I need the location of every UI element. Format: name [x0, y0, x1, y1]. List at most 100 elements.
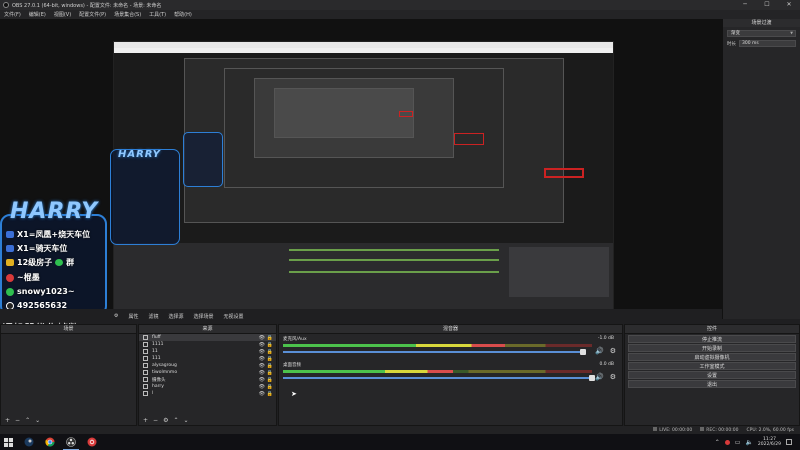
- volume-slider[interactable]: [283, 375, 595, 381]
- lock-icon[interactable]: 🔒: [267, 342, 273, 348]
- chrome-icon[interactable]: [42, 434, 58, 450]
- preview-canvas[interactable]: HARRY HARRY X1=凤凰+烧天车位 X1=骑天车位 12级房子 群 ~…: [0, 19, 722, 309]
- duration-row: 时长 300 ms: [727, 40, 796, 47]
- wechat-icon: [6, 287, 14, 296]
- source-item[interactable]: tiwolmnmo 👁 🔒: [139, 369, 276, 376]
- exit-button[interactable]: 退出: [628, 380, 796, 388]
- lock-icon[interactable]: 🔒: [267, 391, 273, 397]
- speaker-icon[interactable]: 🔈: [745, 439, 752, 446]
- eye-icon[interactable]: 👁: [259, 356, 265, 362]
- eye-icon[interactable]: 👁: [259, 391, 265, 397]
- source-item[interactable]: 摄像头 👁 🔒: [139, 376, 276, 383]
- source-select-button[interactable]: 选择源: [169, 313, 184, 320]
- lock-icon[interactable]: 🔒: [267, 363, 273, 369]
- track-db: 0.0 dB: [599, 362, 614, 367]
- close-icon[interactable]: ✕: [778, 0, 800, 10]
- menu-file[interactable]: 文件(F): [4, 11, 21, 18]
- studio-mode-button[interactable]: 工作室模式: [628, 362, 796, 370]
- lock-icon[interactable]: 🔒: [267, 384, 273, 390]
- notification-icon[interactable]: [786, 439, 792, 445]
- netease-music-icon[interactable]: [84, 434, 100, 450]
- sources-header: 来源: [139, 325, 276, 334]
- source-item[interactable]: l 👁 🔒: [139, 390, 276, 397]
- weibo-icon: [6, 273, 14, 282]
- duration-input[interactable]: 300 ms: [739, 40, 796, 47]
- move-up-icon[interactable]: ⌃: [173, 417, 178, 424]
- add-icon[interactable]: +: [143, 417, 148, 424]
- scene-select-button[interactable]: 选择场景: [194, 313, 214, 320]
- slider-knob[interactable]: [579, 349, 586, 355]
- start-virtual-camera-button[interactable]: 启动虚拟摄像机: [628, 353, 796, 361]
- audio-mixer-dock: 混音器 麦克风/Aux -1.0 dB 🔊 ⚙ 桌面音频 0.0 dB 🔊 ⚙ …: [278, 324, 623, 426]
- eye-icon[interactable]: 👁: [259, 384, 265, 390]
- filters-button[interactable]: 滤镜: [149, 313, 159, 320]
- gear-icon[interactable]: ⚙: [114, 313, 118, 319]
- gear-icon[interactable]: ⚙: [163, 417, 168, 424]
- volume-meter: [283, 370, 592, 373]
- eye-icon[interactable]: 👁: [259, 363, 265, 369]
- menu-edit[interactable]: 编辑(E): [29, 11, 46, 18]
- overlay-line-1: X1=凤凰+烧天车位: [6, 229, 90, 240]
- lock-icon[interactable]: 🔒: [267, 335, 273, 341]
- add-icon[interactable]: +: [5, 417, 10, 424]
- source-item[interactable]: 1111 👁 🔒: [139, 341, 276, 348]
- source-item[interactable]: harry 👁 🔒: [139, 383, 276, 390]
- mixer-track-mic: 麦克风/Aux -1.0 dB 🔊 ⚙: [279, 334, 622, 360]
- obs-taskbar-icon[interactable]: [63, 434, 79, 450]
- source-toolbar: ⚙ 属性 滤镜 选择源 选择场景 无视设置: [110, 311, 720, 321]
- eye-icon[interactable]: 👁: [259, 342, 265, 348]
- stop-streaming-button[interactable]: 停止推流: [628, 335, 796, 343]
- properties-button[interactable]: 属性: [128, 313, 138, 320]
- remove-icon[interactable]: −: [15, 417, 20, 424]
- eye-icon[interactable]: 👁: [259, 349, 265, 355]
- gear-icon[interactable]: ⚙: [610, 373, 616, 381]
- scenes-footer: + − ⌃ ⌄: [1, 416, 136, 425]
- controls-dock: 控件 停止推流 开始录制 启动虚拟摄像机 工作室模式 设置 退出: [624, 324, 800, 426]
- title-bar: OBS 27.0.1 (64-bit, windows) - 配置文件: 未命名…: [0, 0, 800, 10]
- transition-select[interactable]: 渐变: [727, 30, 796, 37]
- network-icon[interactable]: ▭: [735, 439, 741, 446]
- gear-icon[interactable]: ⚙: [610, 347, 616, 355]
- remove-icon[interactable]: −: [153, 417, 158, 424]
- menu-scene-collection[interactable]: 场景集合(S): [114, 11, 141, 18]
- captured-docks: [114, 243, 613, 309]
- speaker-icon[interactable]: 🔊: [595, 347, 604, 355]
- eye-icon[interactable]: 👁: [259, 370, 265, 376]
- steam-icon[interactable]: [21, 434, 37, 450]
- minimize-icon[interactable]: ─: [734, 0, 756, 10]
- red-annotation-box: [454, 133, 484, 145]
- chevron-up-icon[interactable]: ⌃: [715, 439, 720, 446]
- move-down-icon[interactable]: ⌄: [35, 417, 40, 424]
- eye-icon[interactable]: 👁: [259, 377, 265, 383]
- system-tray: ⌃ ▭ 🔈 11:27 2022/6/29: [715, 434, 792, 450]
- tray-app-icon[interactable]: [724, 439, 730, 445]
- source-item[interactable]: alysagroug 👁 🔒: [139, 362, 276, 369]
- clock-date: 2022/6/29: [757, 442, 781, 447]
- maximize-icon[interactable]: ☐: [756, 0, 778, 10]
- settings-button[interactable]: 设置: [628, 371, 796, 379]
- source-item[interactable]: 111 👁 🔒: [139, 355, 276, 362]
- volume-slider[interactable]: [283, 349, 586, 355]
- menu-help[interactable]: 帮助(H): [174, 11, 192, 18]
- speaker-icon[interactable]: 🔊: [595, 373, 604, 381]
- windows-start-icon[interactable]: [0, 434, 16, 450]
- start-recording-button[interactable]: 开始录制: [628, 344, 796, 352]
- clock[interactable]: 11:27 2022/6/29: [758, 437, 781, 447]
- slider-knob[interactable]: [589, 375, 595, 381]
- move-up-icon[interactable]: ⌃: [25, 417, 30, 424]
- mixer-track-desktop: 桌面音频 0.0 dB 🔊 ⚙: [279, 360, 622, 386]
- lock-icon[interactable]: 🔒: [267, 356, 273, 362]
- captured-meter: [289, 249, 499, 251]
- extra-toolbar-item[interactable]: 无视设置: [224, 313, 244, 320]
- menu-profile[interactable]: 配置文件(P): [79, 11, 106, 18]
- lock-icon[interactable]: 🔒: [267, 377, 273, 383]
- lock-icon[interactable]: 🔒: [267, 370, 273, 376]
- lock-icon[interactable]: 🔒: [267, 349, 273, 355]
- overlay-logo-nested: HARRY: [118, 149, 161, 160]
- move-down-icon[interactable]: ⌄: [183, 417, 188, 424]
- source-item[interactable]: 11 👁 🔒: [139, 348, 276, 355]
- source-item[interactable]: fluff 👁 🔒: [139, 334, 276, 341]
- menu-tools[interactable]: 工具(T): [149, 11, 166, 18]
- menu-view[interactable]: 视图(V): [54, 11, 71, 18]
- eye-icon[interactable]: 👁: [259, 335, 265, 341]
